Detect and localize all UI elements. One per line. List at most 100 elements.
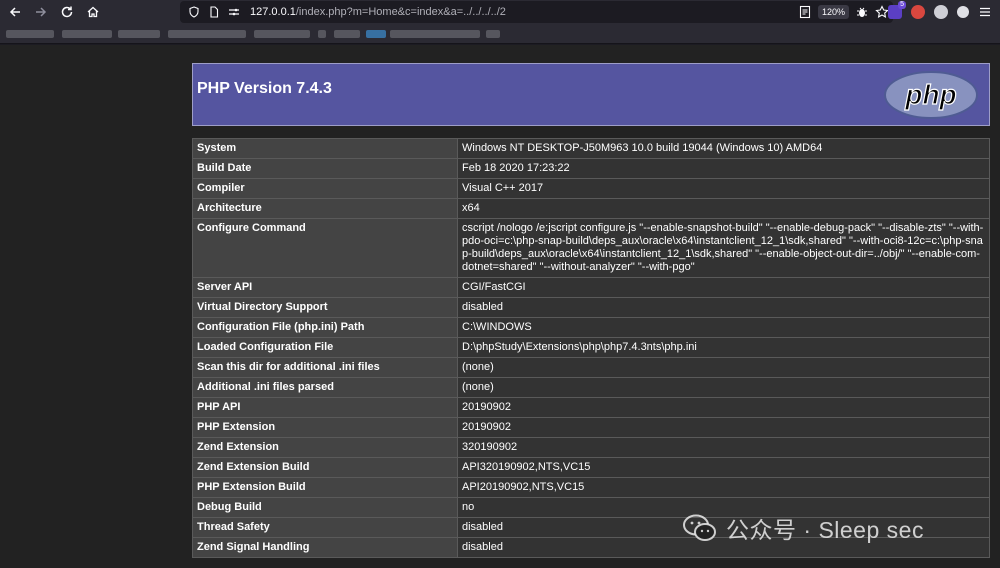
bug-icon [857, 7, 867, 17]
table-row: Zend Extension 320190902 [192, 437, 990, 458]
extension-avatar-icon[interactable] [911, 5, 925, 19]
table-row: Compiler Visual C++ 2017 [192, 178, 990, 199]
permissions-icon [226, 4, 242, 20]
row-value: Feb 18 2020 17:23:22 [457, 158, 990, 179]
row-value: (none) [457, 357, 990, 378]
bookmark-item[interactable] [486, 30, 500, 38]
reader-view-button[interactable] [798, 1, 812, 23]
row-value: C:\WINDOWS [457, 317, 990, 338]
debug-button[interactable] [855, 1, 869, 23]
row-value: CGI/FastCGI [457, 277, 990, 298]
bookmark-star-button[interactable] [875, 1, 889, 23]
table-row: Server API CGI/FastCGI [192, 277, 990, 298]
browser-toolbar: 127.0.0.1/index.php?m=Home&c=index&a=../… [0, 0, 1000, 24]
row-key: Virtual Directory Support [192, 297, 458, 318]
table-row: PHP Extension Build API20190902,NTS,VC15 [192, 477, 990, 498]
bookmark-item[interactable] [168, 30, 246, 38]
shield-icon [186, 4, 202, 20]
menu-button[interactable] [978, 5, 992, 19]
row-value: 20190902 [457, 417, 990, 438]
php-logo-text: php [904, 79, 956, 110]
table-row: Configure Command cscript /nologo /e:jscr… [192, 218, 990, 278]
row-key: Build Date [192, 158, 458, 179]
row-key: Zend Extension [192, 437, 458, 458]
zoom-level-button[interactable]: 120% [817, 5, 849, 19]
row-value: x64 [457, 198, 990, 219]
url-text: 127.0.0.1/index.php?m=Home&c=index&a=../… [250, 6, 506, 18]
row-value: (none) [457, 377, 990, 398]
bookmark-item[interactable] [390, 30, 480, 38]
url-path: /index.php?m=Home&c=index&a=../../../../… [295, 6, 506, 18]
reader-view-icon [799, 5, 811, 19]
row-value: Visual C++ 2017 [457, 178, 990, 199]
watermark: 公众号 · Sleep sec [682, 511, 924, 545]
row-key: Configuration File (php.ini) Path [192, 317, 458, 338]
reload-button[interactable] [56, 1, 78, 23]
row-value: D:\phpStudy\Extensions\php\php7.4.3nts\p… [457, 337, 990, 358]
phpinfo-table: System Windows NT DESKTOP-J50M963 10.0 bu… [192, 138, 990, 558]
bookmark-item[interactable] [318, 30, 326, 38]
page-content: PHP Version 7.4.3 php System Windows NT D… [0, 45, 1000, 568]
table-row: Build Date Feb 18 2020 17:23:22 [192, 158, 990, 179]
extension-badge: 5 [898, 1, 906, 9]
bookmark-item[interactable] [366, 30, 386, 38]
star-icon [875, 5, 889, 18]
row-key: Configure Command [192, 218, 458, 278]
bookmark-item[interactable] [6, 30, 54, 38]
row-key: Server API [192, 277, 458, 298]
extensions-area: 5 [888, 1, 992, 22]
arrow-right-icon [36, 7, 47, 17]
php-logo-icon: php [884, 71, 978, 119]
row-key: Loaded Configuration File [192, 337, 458, 358]
table-row: Architecture x64 [192, 198, 990, 219]
row-value: cscript /nologo /e:jscript configure.js … [457, 218, 990, 278]
row-key: Additional .ini files parsed [192, 377, 458, 398]
row-key: Architecture [192, 198, 458, 219]
row-value: API20190902,NTS,VC15 [457, 477, 990, 498]
table-row: Configuration File (php.ini) Path C:\WIND… [192, 317, 990, 338]
home-icon [87, 6, 99, 18]
table-row: System Windows NT DESKTOP-J50M963 10.0 bu… [192, 138, 990, 159]
phpinfo-header: PHP Version 7.4.3 php [192, 63, 990, 126]
row-key: PHP Extension Build [192, 477, 458, 498]
bookmark-item[interactable] [254, 30, 310, 38]
row-key: PHP Extension [192, 417, 458, 438]
table-row: PHP Extension 20190902 [192, 417, 990, 438]
page-title: PHP Version 7.4.3 [197, 80, 332, 97]
page-icon [206, 4, 222, 20]
bookmark-item[interactable] [334, 30, 360, 38]
address-bar[interactable]: 127.0.0.1/index.php?m=Home&c=index&a=../… [180, 1, 893, 23]
row-key: Compiler [192, 178, 458, 199]
arrow-left-icon [9, 7, 20, 17]
reload-icon [61, 6, 73, 18]
table-row: Virtual Directory Support disabled [192, 297, 990, 318]
table-row: Additional .ini files parsed (none) [192, 377, 990, 398]
row-value: 20190902 [457, 397, 990, 418]
bookmark-item[interactable] [118, 30, 160, 38]
row-value: disabled [457, 297, 990, 318]
watermark-text: 公众号 · Sleep sec [726, 517, 924, 543]
forward-button[interactable] [30, 1, 52, 23]
extension-purple-icon[interactable]: 5 [888, 1, 906, 19]
extension-white-icon[interactable] [957, 6, 969, 18]
row-key: PHP API [192, 397, 458, 418]
phpinfo-table-body: System Windows NT DESKTOP-J50M963 10.0 bu… [192, 138, 990, 558]
row-value: Windows NT DESKTOP-J50M963 10.0 build 19… [457, 138, 990, 159]
table-row: Scan this dir for additional .ini files(… [192, 357, 990, 378]
row-key: System [192, 138, 458, 159]
row-key: Thread Safety [192, 517, 458, 538]
url-right-controls: 120% [798, 1, 889, 23]
bookmark-item[interactable] [62, 30, 112, 38]
url-host: 127.0.0.1 [250, 6, 296, 18]
table-row: Loaded Configuration File D:\phpStudy\Ext… [192, 337, 990, 358]
row-value: API320190902,NTS,VC15 [457, 457, 990, 478]
row-key: Zend Signal Handling [192, 537, 458, 558]
row-key: Zend Extension Build [192, 457, 458, 478]
table-row: PHP API 20190902 [192, 397, 990, 418]
hamburger-menu-icon [980, 7, 990, 17]
row-key: Scan this dir for additional .ini files [192, 357, 458, 378]
back-button[interactable] [4, 1, 26, 23]
home-button[interactable] [82, 1, 104, 23]
extension-gray-icon[interactable] [934, 5, 948, 19]
row-value: 320190902 [457, 437, 990, 458]
